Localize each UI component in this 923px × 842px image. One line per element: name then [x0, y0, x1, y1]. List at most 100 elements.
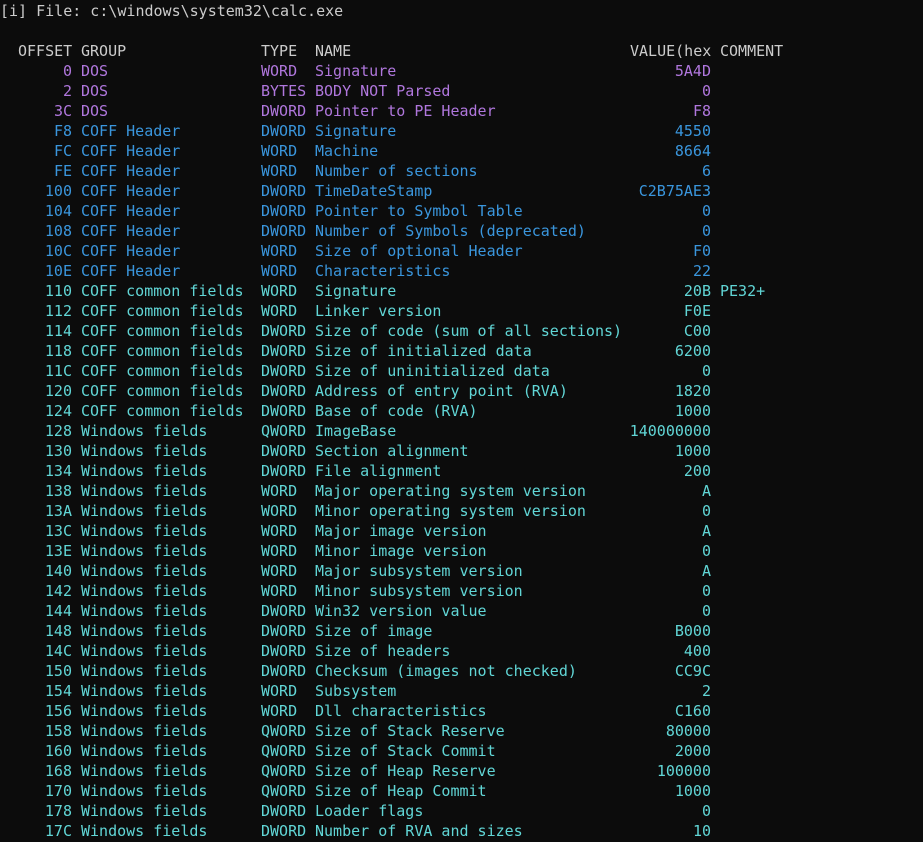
cell-name: Subsystem — [315, 682, 397, 700]
cell-value: 20B — [683, 282, 711, 300]
cell-group: Windows fields — [81, 782, 208, 800]
cell-name: File alignment — [315, 462, 442, 480]
cell-name: Number of sections — [315, 162, 478, 180]
cell-value: 8664 — [674, 142, 711, 160]
cell-value: 6200 — [674, 342, 711, 360]
cell-name: Major subsystem version — [315, 562, 523, 580]
cell-offset: 140 — [44, 562, 72, 580]
cell-group: COFF Header — [81, 222, 181, 240]
cell-value: 80000 — [665, 722, 711, 740]
cell-value: CC9C — [674, 662, 711, 680]
cell-value: 0 — [701, 222, 711, 240]
cell-offset: 100 — [44, 182, 72, 200]
terminal-window: [i] File: c:\windows\system32\calc.exe O… — [0, 0, 923, 842]
cell-value: 0 — [701, 502, 711, 520]
cell-group: COFF common fields — [81, 402, 244, 420]
cell-type: DWORD — [261, 402, 307, 420]
cell-group: COFF common fields — [81, 302, 244, 320]
cell-value: A — [701, 522, 711, 540]
cell-value: C00 — [683, 322, 711, 340]
cell-type: WORD — [261, 302, 298, 320]
cell-type: DWORD — [261, 822, 307, 840]
cell-type: DWORD — [261, 102, 307, 120]
cell-offset: 134 — [44, 462, 72, 480]
cell-type: DWORD — [261, 802, 307, 820]
cell-name: Size of image — [315, 622, 433, 640]
cell-type: DWORD — [261, 182, 307, 200]
cell-name: TimeDateStamp — [315, 182, 433, 200]
cell-value: A — [701, 482, 711, 500]
cell-value: B000 — [674, 622, 711, 640]
cell-type: QWORD — [261, 762, 307, 780]
cell-name: Signature — [315, 282, 397, 300]
cell-type: DWORD — [261, 362, 307, 380]
cell-group: Windows fields — [81, 582, 208, 600]
cell-name: Machine — [315, 142, 379, 160]
cell-offset: 114 — [44, 322, 72, 340]
cell-offset: 112 — [44, 302, 72, 320]
cell-name: Number of Symbols (deprecated) — [315, 222, 586, 240]
cell-type: DWORD — [261, 202, 307, 220]
cell-name: Pointer to Symbol Table — [315, 202, 523, 220]
cell-value: 140000000 — [629, 422, 711, 440]
cell-value: 0 — [701, 602, 711, 620]
cell-offset: 138 — [44, 482, 72, 500]
cell-value: A — [701, 562, 711, 580]
cell-group: COFF Header — [81, 202, 181, 220]
cell-name: Size of initialized data — [315, 342, 532, 360]
cell-group: COFF common fields — [81, 342, 244, 360]
cell-value: 0 — [701, 82, 711, 100]
cell-name: Major image version — [315, 522, 487, 540]
cell-value: 400 — [683, 642, 711, 660]
cell-name: Size of Stack Reserve — [315, 722, 505, 740]
cell-name: Major operating system version — [315, 482, 586, 500]
cell-group: Windows fields — [81, 482, 208, 500]
cell-offset: FC — [53, 142, 72, 160]
cell-value: 0 — [701, 802, 711, 820]
cell-offset: 124 — [44, 402, 72, 420]
header-offset: OFFSET — [18, 42, 73, 60]
cell-name: Signature — [315, 62, 397, 80]
cell-group: COFF Header — [81, 242, 181, 260]
cell-offset: 13E — [44, 542, 72, 560]
table-header-row: OFFSET GROUP TYPE NAME VALUE(hex COMMENT — [0, 41, 783, 61]
cell-group: Windows fields — [81, 642, 208, 660]
cell-offset: 178 — [44, 802, 72, 820]
cell-type: WORD — [261, 242, 298, 260]
cell-type: QWORD — [261, 742, 307, 760]
cell-group: COFF common fields — [81, 382, 244, 400]
cell-value: 5A4D — [674, 62, 711, 80]
cell-name: Size of code (sum of all sections) — [315, 322, 623, 340]
cell-type: DWORD — [261, 462, 307, 480]
cell-group: COFF common fields — [81, 282, 244, 300]
cell-group: COFF Header — [81, 122, 181, 140]
cell-type: DWORD — [261, 222, 307, 240]
cell-value: 6 — [701, 162, 711, 180]
cell-offset: 11C — [44, 362, 72, 380]
cell-offset: 168 — [44, 762, 72, 780]
cell-type: WORD — [261, 482, 298, 500]
cell-type: DWORD — [261, 342, 307, 360]
cell-name: Loader flags — [315, 802, 424, 820]
cell-type: WORD — [261, 522, 298, 540]
cell-value: 1820 — [674, 382, 711, 400]
cell-type: WORD — [261, 582, 298, 600]
cell-group: Windows fields — [81, 682, 208, 700]
cell-name: ImageBase — [315, 422, 397, 440]
cell-group: COFF Header — [81, 142, 181, 160]
cell-name: Checksum (images not checked) — [315, 662, 577, 680]
header-group: GROUP — [81, 42, 127, 60]
cell-name: Characteristics — [315, 262, 451, 280]
cell-offset: 2 — [62, 82, 72, 100]
cell-group: Windows fields — [81, 702, 208, 720]
cell-value: F8 — [692, 102, 711, 120]
cell-offset: 104 — [44, 202, 72, 220]
cell-type: QWORD — [261, 422, 307, 440]
cell-group: Windows fields — [81, 622, 208, 640]
cell-group: Windows fields — [81, 742, 208, 760]
cell-type: DWORD — [261, 602, 307, 620]
cell-name: Size of optional Header — [315, 242, 523, 260]
cell-type: WORD — [261, 542, 298, 560]
cell-value: 200 — [683, 462, 711, 480]
cell-offset: 150 — [44, 662, 72, 680]
